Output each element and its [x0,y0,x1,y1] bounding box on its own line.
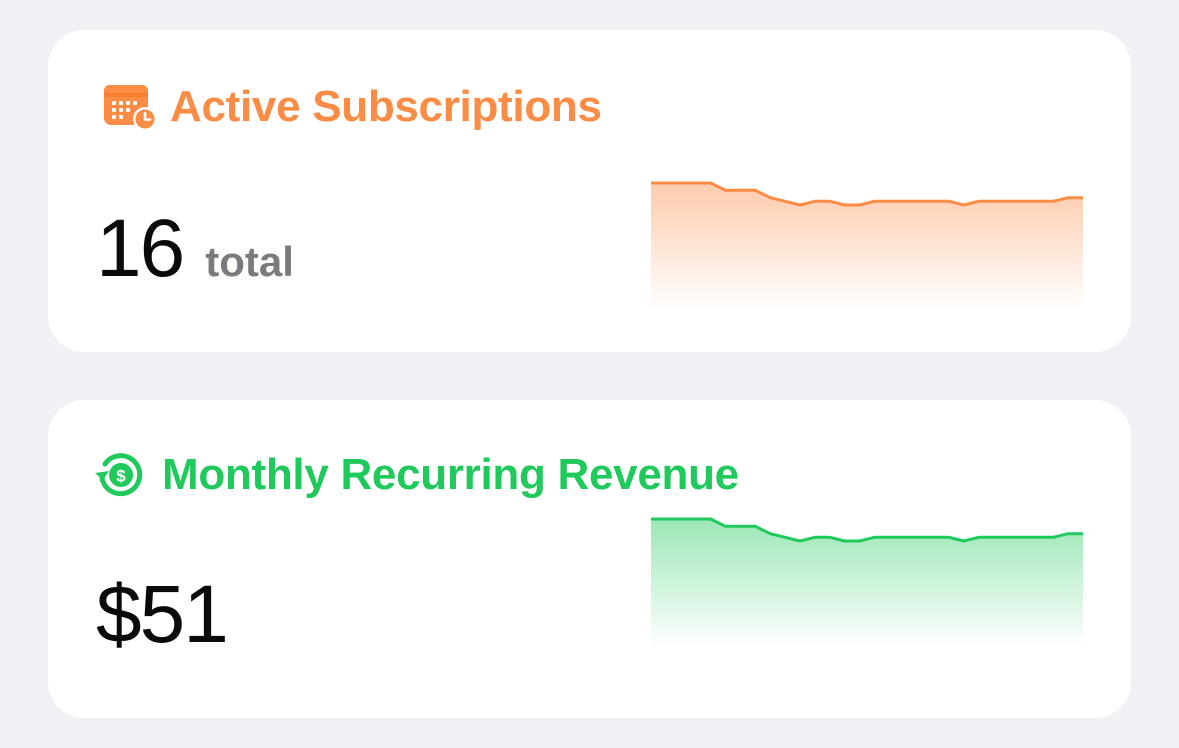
card-title: Active Subscriptions [170,82,602,131]
metric-unit: total [205,238,294,285]
svg-text:$: $ [116,467,126,486]
metric-value: $51 [96,569,229,660]
metric: 16 total [96,202,294,296]
sparkline-chart [651,181,1083,310]
card-header: Active Subscriptions [102,82,602,132]
monthly-recurring-revenue-card[interactable]: $ Monthly Recurring Revenue $51 [48,400,1131,718]
card-header: $ Monthly Recurring Revenue [94,450,739,500]
metric-value: 16 [96,203,185,294]
sparkline-chart [651,517,1083,646]
calendar-clock-icon [102,83,158,131]
card-title: Monthly Recurring Revenue [162,450,739,499]
metric: $51 [96,568,229,662]
recurring-dollar-icon: $ [94,449,146,501]
active-subscriptions-card[interactable]: Active Subscriptions 16 total [48,30,1131,352]
